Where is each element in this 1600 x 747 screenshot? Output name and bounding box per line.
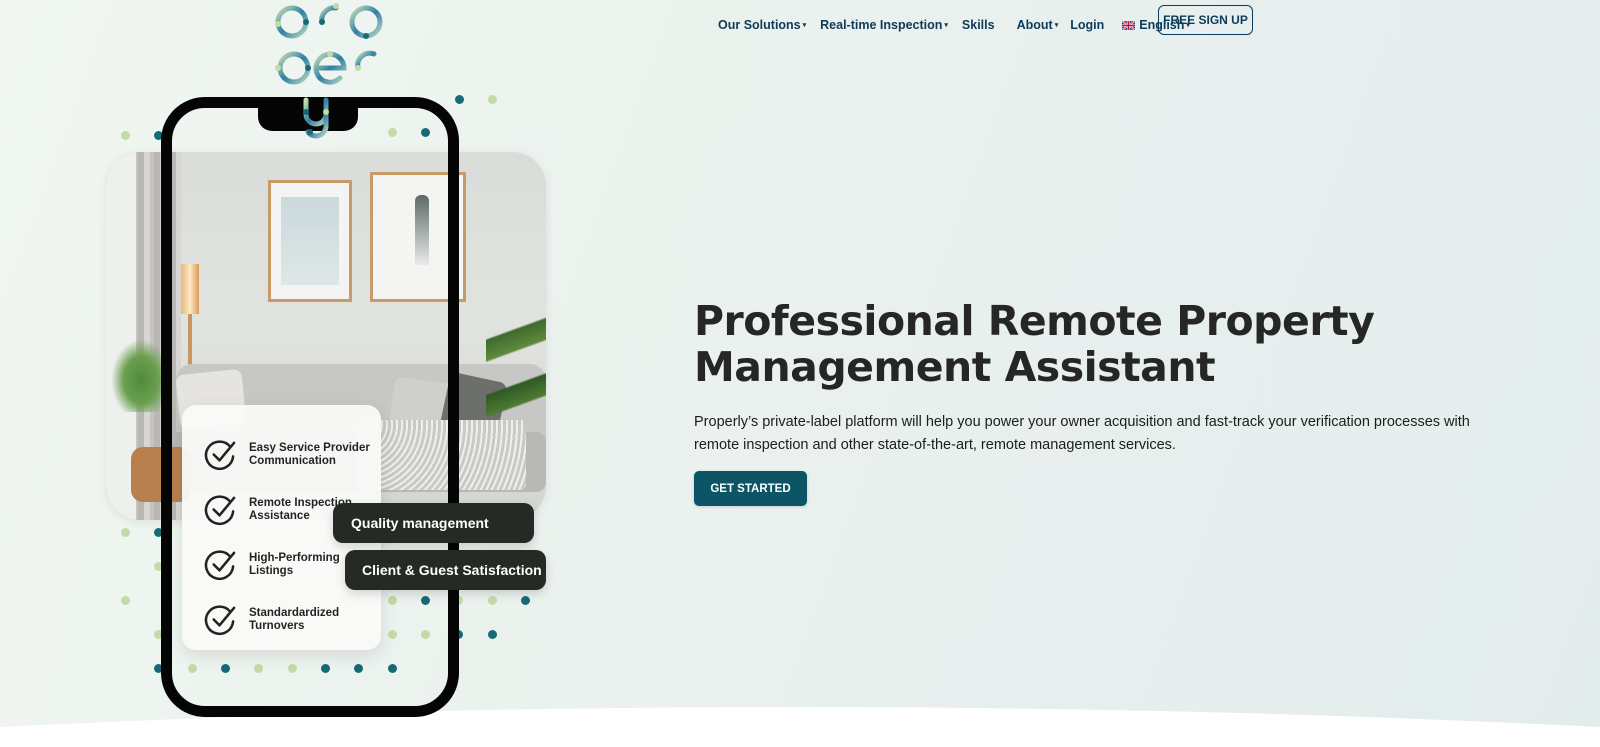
properly-logo[interactable]: [274, 0, 394, 140]
caret-down-icon: ▾: [1054, 22, 1059, 29]
dot: [121, 528, 130, 537]
dot: [488, 596, 497, 605]
feature-item: Easy Service Provider Communication: [182, 427, 381, 482]
uk-flag-icon: [1122, 20, 1136, 30]
dot: [521, 596, 530, 605]
nav-login[interactable]: Login: [1070, 18, 1104, 32]
nav-label: About: [1016, 18, 1053, 32]
nav-about[interactable]: About ▾: [1017, 18, 1059, 32]
check-circle-icon: [204, 440, 236, 471]
hero-title: Professional Remote Property Management …: [694, 297, 1375, 391]
nav-label: Our Solutions: [718, 18, 801, 32]
check-circle-icon: [204, 550, 236, 581]
main-nav: Our Solutions ▾ Real-time Inspection ▾ S…: [718, 18, 1204, 32]
nav-label: Login: [1070, 18, 1105, 32]
nav-label: Skills: [961, 18, 995, 32]
get-started-button[interactable]: GET STARTED: [694, 471, 807, 506]
nav-skills[interactable]: Skills: [962, 18, 995, 32]
dot: [488, 630, 497, 639]
hero-description: Properly’s private-label platform will h…: [694, 414, 1470, 453]
nav-our-solutions[interactable]: Our Solutions ▾: [718, 18, 806, 32]
dot: [455, 95, 464, 104]
caret-down-icon: ▾: [802, 22, 807, 29]
dot: [121, 596, 130, 605]
free-sign-up-button[interactable]: FREE SIGN UP: [1158, 5, 1253, 35]
check-circle-icon: [204, 495, 236, 526]
quality-management-badge: Quality management: [333, 503, 534, 543]
caret-down-icon: ▾: [944, 22, 948, 29]
nav-real-time-inspection[interactable]: Real-time Inspection ▾: [820, 18, 948, 32]
feature-label: Standardardized Turnovers: [249, 606, 340, 632]
dot: [121, 131, 130, 140]
plant: [486, 272, 546, 472]
feature-label: Easy Service Provider Communication: [249, 441, 370, 467]
check-circle-icon: [204, 605, 236, 636]
dot: [488, 95, 497, 104]
feature-item: Standardardized Turnovers: [182, 592, 381, 647]
client-guest-satisfaction-badge: Client & Guest Satisfaction: [345, 550, 546, 590]
nav-label: Real-time Inspection: [820, 18, 943, 32]
